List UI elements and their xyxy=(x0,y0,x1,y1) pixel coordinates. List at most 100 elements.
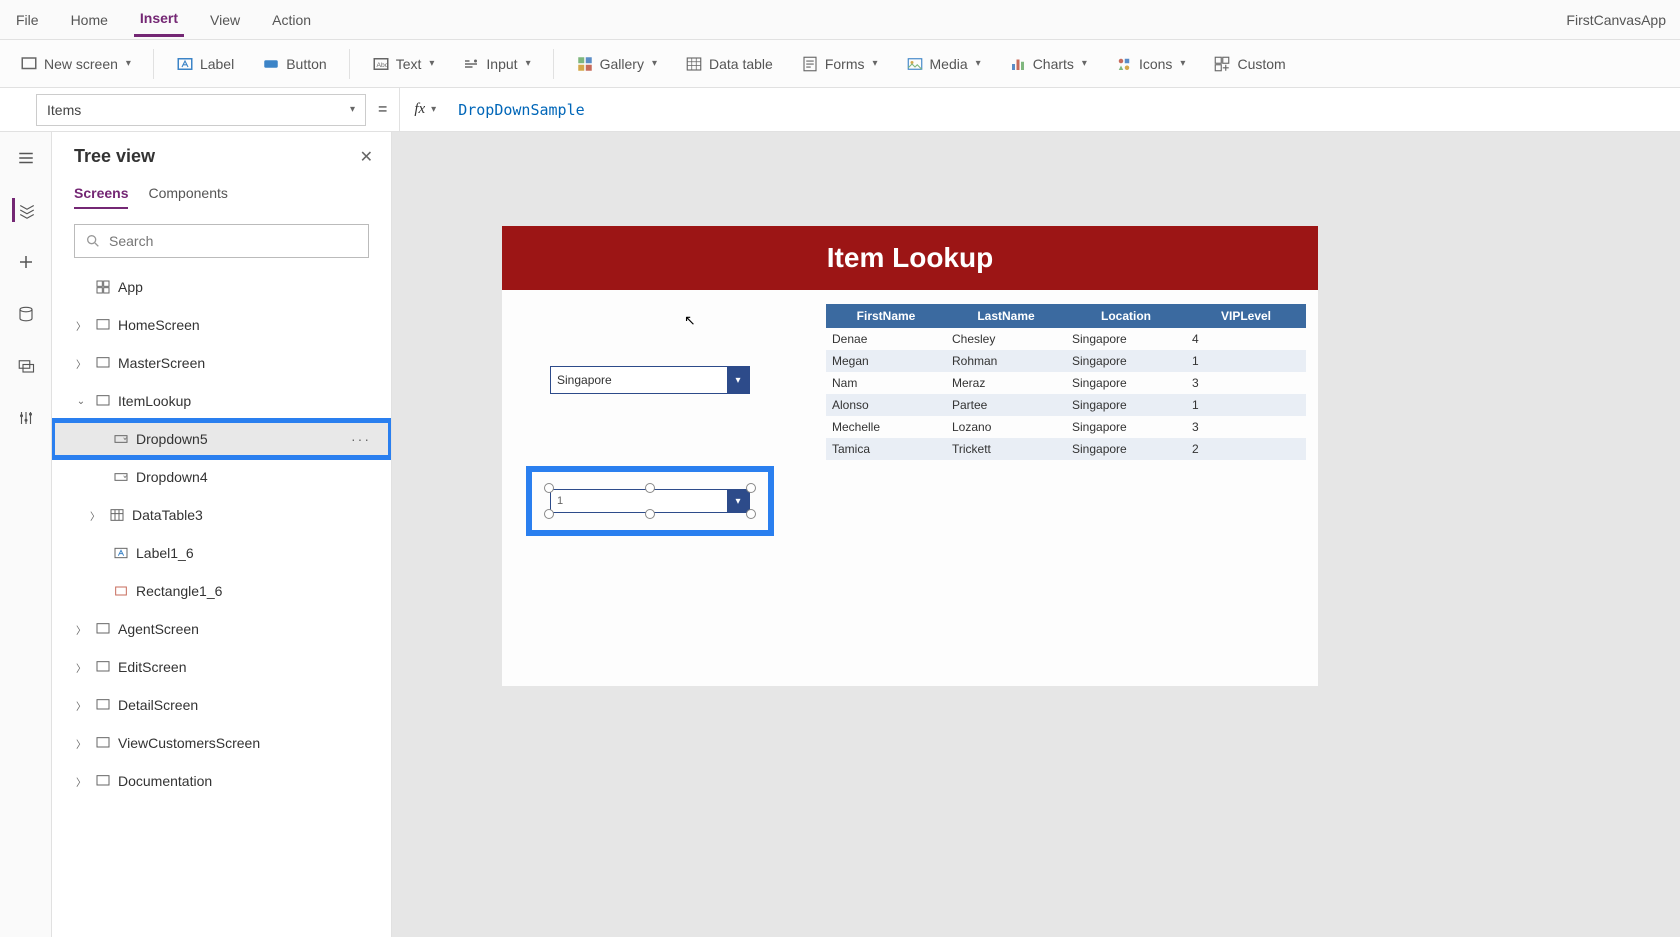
chevron-down-icon: ▾ xyxy=(429,58,434,69)
menu-action[interactable]: Action xyxy=(266,4,317,36)
close-icon[interactable]: ✕ xyxy=(360,147,373,167)
property-selector[interactable]: Items ▾ xyxy=(36,94,366,126)
tree-label1-6[interactable]: Label1_6 xyxy=(52,534,391,572)
tree-agentscreen[interactable]: 〉 AgentScreen xyxy=(52,610,391,648)
data-icon[interactable] xyxy=(14,302,38,326)
resize-handle[interactable] xyxy=(645,483,655,493)
data-table-icon xyxy=(685,55,703,73)
menu-insert[interactable]: Insert xyxy=(134,2,184,37)
screen-icon xyxy=(94,658,112,676)
tree-datatable3[interactable]: 〉 DataTable3 xyxy=(52,496,391,534)
selection-box: 1 ▾ xyxy=(526,466,774,536)
tree-search[interactable] xyxy=(74,224,369,258)
table-row[interactable]: DenaeChesleySingapore4 xyxy=(826,328,1306,350)
media-rail-icon[interactable] xyxy=(14,354,38,378)
col-firstname[interactable]: FirstName xyxy=(826,304,946,328)
dropdown4-control[interactable]: Singapore ▾ xyxy=(550,366,750,394)
tree-dropdown4[interactable]: Dropdown4 xyxy=(52,458,391,496)
formula-input[interactable]: DropDownSample xyxy=(450,101,584,119)
dropdown5-chevron-icon[interactable]: ▾ xyxy=(727,490,749,512)
table-row[interactable]: NamMerazSingapore3 xyxy=(826,372,1306,394)
separator xyxy=(153,49,154,79)
insert-icon[interactable] xyxy=(14,250,38,274)
menu-home[interactable]: Home xyxy=(65,4,114,36)
menu-view[interactable]: View xyxy=(204,4,246,36)
tab-components[interactable]: Components xyxy=(148,179,227,209)
expand-icon[interactable]: 〉 xyxy=(74,736,88,751)
expand-icon[interactable]: 〉 xyxy=(74,660,88,675)
chevron-down-icon: ▾ xyxy=(526,58,531,69)
tree-dropdown5[interactable]: Dropdown5 ··· xyxy=(52,420,391,458)
fx-button[interactable]: fx▾ xyxy=(399,88,450,132)
table-cell: 2 xyxy=(1186,438,1306,460)
tree-view-icon[interactable] xyxy=(12,198,36,222)
custom-button[interactable]: Custom xyxy=(1203,49,1295,79)
label-button[interactable]: Label xyxy=(166,49,244,79)
search-icon xyxy=(85,233,101,249)
resize-handle[interactable] xyxy=(544,483,554,493)
more-icon[interactable]: ··· xyxy=(351,431,371,447)
gallery-button[interactable]: Gallery▾ xyxy=(566,49,667,79)
screen-icon xyxy=(94,392,112,410)
tree-editscreen[interactable]: 〉 EditScreen xyxy=(52,648,391,686)
tree-homescreen[interactable]: 〉 HomeScreen xyxy=(52,306,391,344)
hamburger-icon[interactable] xyxy=(14,146,38,170)
table-cell: 4 xyxy=(1186,328,1306,350)
data-table[interactable]: FirstName LastName Location VIPLevel Den… xyxy=(826,304,1306,460)
table-cell: Singapore xyxy=(1066,328,1186,350)
data-table-button[interactable]: Data table xyxy=(675,49,783,79)
expand-icon[interactable]: 〉 xyxy=(88,508,102,523)
table-row[interactable]: TamicaTrickettSingapore2 xyxy=(826,438,1306,460)
table-cell: 3 xyxy=(1186,372,1306,394)
tree-viewcustomersscreen[interactable]: 〉 ViewCustomersScreen xyxy=(52,724,391,762)
table-body: DenaeChesleySingapore4MeganRohmanSingapo… xyxy=(826,328,1306,460)
canvas-area[interactable]: ↖ Item Lookup Singapore ▾ 1 ▾ xyxy=(392,132,1680,937)
charts-button[interactable]: Charts▾ xyxy=(999,49,1097,79)
canvas-screen[interactable]: ↖ Item Lookup Singapore ▾ 1 ▾ xyxy=(502,226,1318,686)
table-row[interactable]: MechelleLozanoSingapore3 xyxy=(826,416,1306,438)
tree-rectangle1-6[interactable]: Rectangle1_6 xyxy=(52,572,391,610)
tree-itemlookup[interactable]: ⌄ ItemLookup xyxy=(52,382,391,420)
button-button[interactable]: Button xyxy=(252,49,336,79)
icons-button[interactable]: Icons▾ xyxy=(1105,49,1196,79)
col-location[interactable]: Location xyxy=(1066,304,1186,328)
tree-detailscreen[interactable]: 〉 DetailScreen xyxy=(52,686,391,724)
icons-icon xyxy=(1115,55,1133,73)
collapse-icon[interactable]: ⌄ xyxy=(74,396,88,407)
chevron-down-icon: ▾ xyxy=(126,58,131,69)
col-viplevel[interactable]: VIPLevel xyxy=(1186,304,1306,328)
advanced-icon[interactable] xyxy=(14,406,38,430)
tab-screens[interactable]: Screens xyxy=(74,179,128,209)
table-row[interactable]: MeganRohmanSingapore1 xyxy=(826,350,1306,372)
resize-handle[interactable] xyxy=(645,509,655,519)
new-screen-button[interactable]: New screen▾ xyxy=(10,49,141,79)
expand-icon[interactable]: 〉 xyxy=(74,622,88,637)
expand-icon[interactable]: 〉 xyxy=(74,698,88,713)
media-button[interactable]: Media▾ xyxy=(896,49,991,79)
resize-handle[interactable] xyxy=(746,483,756,493)
tree-masterscreen[interactable]: 〉 MasterScreen xyxy=(52,344,391,382)
tree-panel: Tree view ✕ Screens Components App 〉 Hom… xyxy=(52,132,392,937)
datatable-icon xyxy=(108,506,126,524)
input-button[interactable]: Input▾ xyxy=(452,49,540,79)
dropdown4-chevron-icon[interactable]: ▾ xyxy=(727,367,749,393)
expand-icon[interactable]: 〉 xyxy=(74,356,88,371)
chevron-down-icon: ▾ xyxy=(872,58,877,69)
expand-icon[interactable]: 〉 xyxy=(74,318,88,333)
resize-handle[interactable] xyxy=(746,509,756,519)
resize-handle[interactable] xyxy=(544,509,554,519)
left-rail xyxy=(0,132,52,937)
tree-app[interactable]: App xyxy=(52,268,391,306)
tree-documentation[interactable]: 〉 Documentation xyxy=(52,762,391,800)
dropdown5-wrap: 1 ▾ xyxy=(550,489,750,513)
col-lastname[interactable]: LastName xyxy=(946,304,1066,328)
search-input[interactable] xyxy=(109,233,358,249)
forms-button[interactable]: Forms▾ xyxy=(791,49,888,79)
main-area: Tree view ✕ Screens Components App 〉 Hom… xyxy=(0,132,1680,937)
menu-file[interactable]: File xyxy=(10,4,45,36)
text-button[interactable]: Abc Text▾ xyxy=(362,49,445,79)
table-cell: 1 xyxy=(1186,350,1306,372)
rectangle-icon xyxy=(112,582,130,600)
table-row[interactable]: AlonsoParteeSingapore1 xyxy=(826,394,1306,416)
expand-icon[interactable]: 〉 xyxy=(74,774,88,789)
